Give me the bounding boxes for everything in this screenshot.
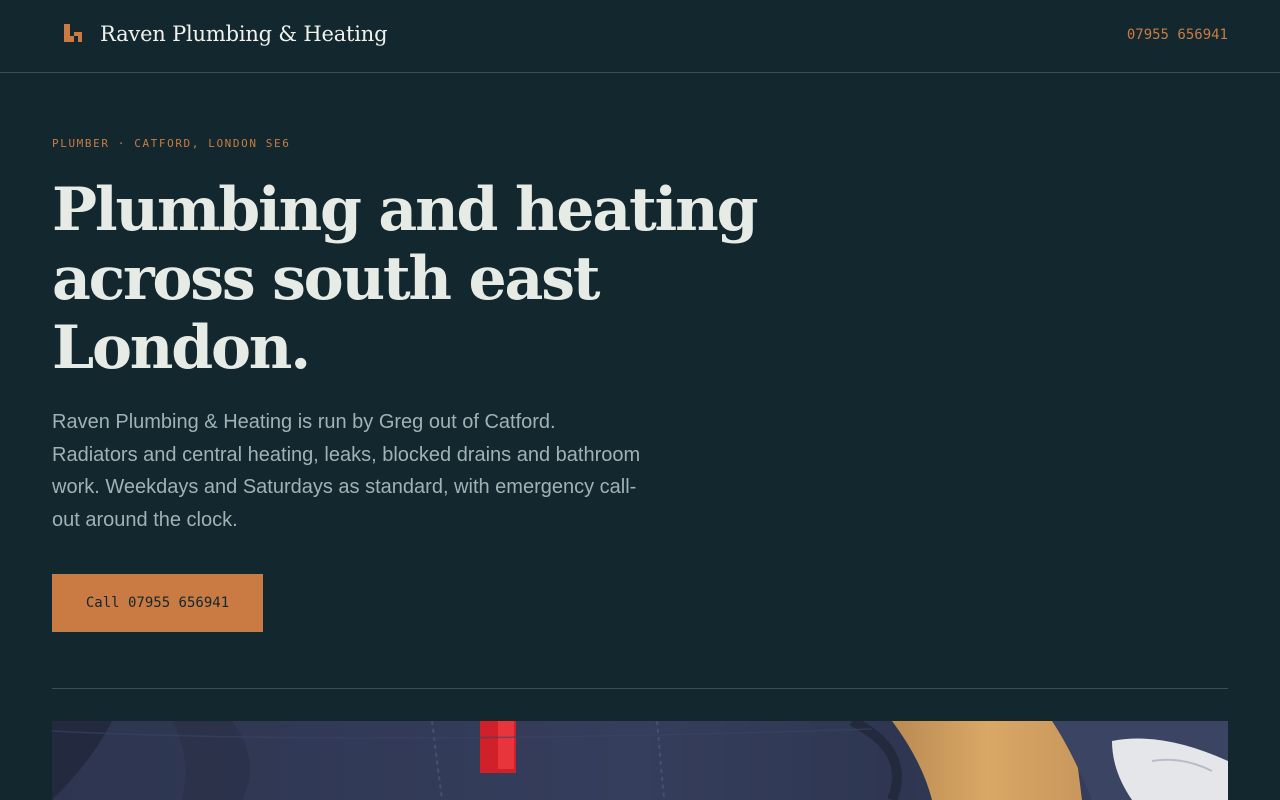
- intro-paragraph: Raven Plumbing & Heating is run by Greg …: [52, 411, 641, 532]
- brand-name[interactable]: Raven Plumbing & Heating: [100, 22, 388, 46]
- section-divider: [52, 688, 1228, 689]
- call-button[interactable]: Call 07955 656941: [52, 574, 263, 632]
- headline-line: London.: [52, 313, 311, 383]
- page-title: Plumbing and heating across south east L…: [52, 176, 772, 383]
- headline-line: Plumbing and heating: [52, 175, 759, 245]
- site-header: Raven Plumbing & Heating 07955 656941: [0, 0, 1280, 73]
- hero-photo: [52, 721, 1228, 800]
- headline-line: across south east: [52, 244, 600, 314]
- raven-logo-icon: [64, 24, 82, 42]
- eyebrow-label: PLUMBER · CATFORD, LONDON SE6: [52, 137, 291, 150]
- header-phone-link[interactable]: 07955 656941: [1127, 27, 1228, 43]
